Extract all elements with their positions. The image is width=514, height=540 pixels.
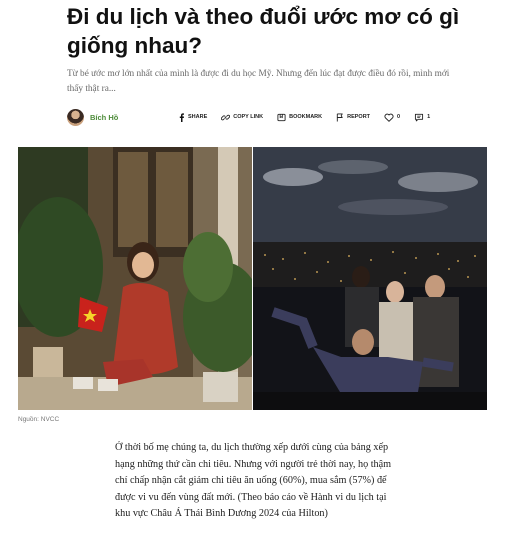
bookmark-label: BOOKMARK <box>289 114 323 120</box>
bookmark-icon <box>277 113 286 121</box>
heart-icon <box>384 113 394 122</box>
photo-caption: Nguồn: NVCC <box>18 416 60 423</box>
like-button[interactable]: 0 <box>384 113 400 122</box>
flag-icon <box>336 112 343 122</box>
link-icon <box>221 114 231 120</box>
copy-link-button[interactable]: COPY LINK <box>221 113 263 122</box>
share-label: SHARE <box>188 114 208 120</box>
share-button[interactable]: SHARE <box>178 112 208 122</box>
facebook-icon <box>179 112 184 122</box>
article-sapo: Từ bé ước mơ lớn nhất của mình là được đ… <box>67 69 450 94</box>
comment-button[interactable]: 1 <box>414 113 430 122</box>
photo-right <box>253 147 487 410</box>
bookmark-button[interactable]: BOOKMARK <box>277 113 322 122</box>
article-photo <box>18 147 487 410</box>
report-label: REPORT <box>347 114 371 120</box>
article-title: Đi du lịch và theo đuổi ước mơ có gì giố… <box>67 4 460 58</box>
copy-link-label: COPY LINK <box>233 114 264 120</box>
article-meta-bar: Bích Hồ SHARE COPY LINK BOOKMARK REPORT … <box>67 106 437 128</box>
author-avatar[interactable] <box>67 108 84 126</box>
comment-count: 1 <box>427 114 431 120</box>
report-button[interactable]: REPORT <box>336 112 371 122</box>
photo-left <box>18 147 252 410</box>
author-name[interactable]: Bích Hồ <box>90 113 160 122</box>
article-body-paragraph: Ở thời bố mẹ chúng ta, du lịch thường xế… <box>115 442 392 519</box>
comment-icon <box>415 113 424 121</box>
like-count: 0 <box>397 114 401 120</box>
